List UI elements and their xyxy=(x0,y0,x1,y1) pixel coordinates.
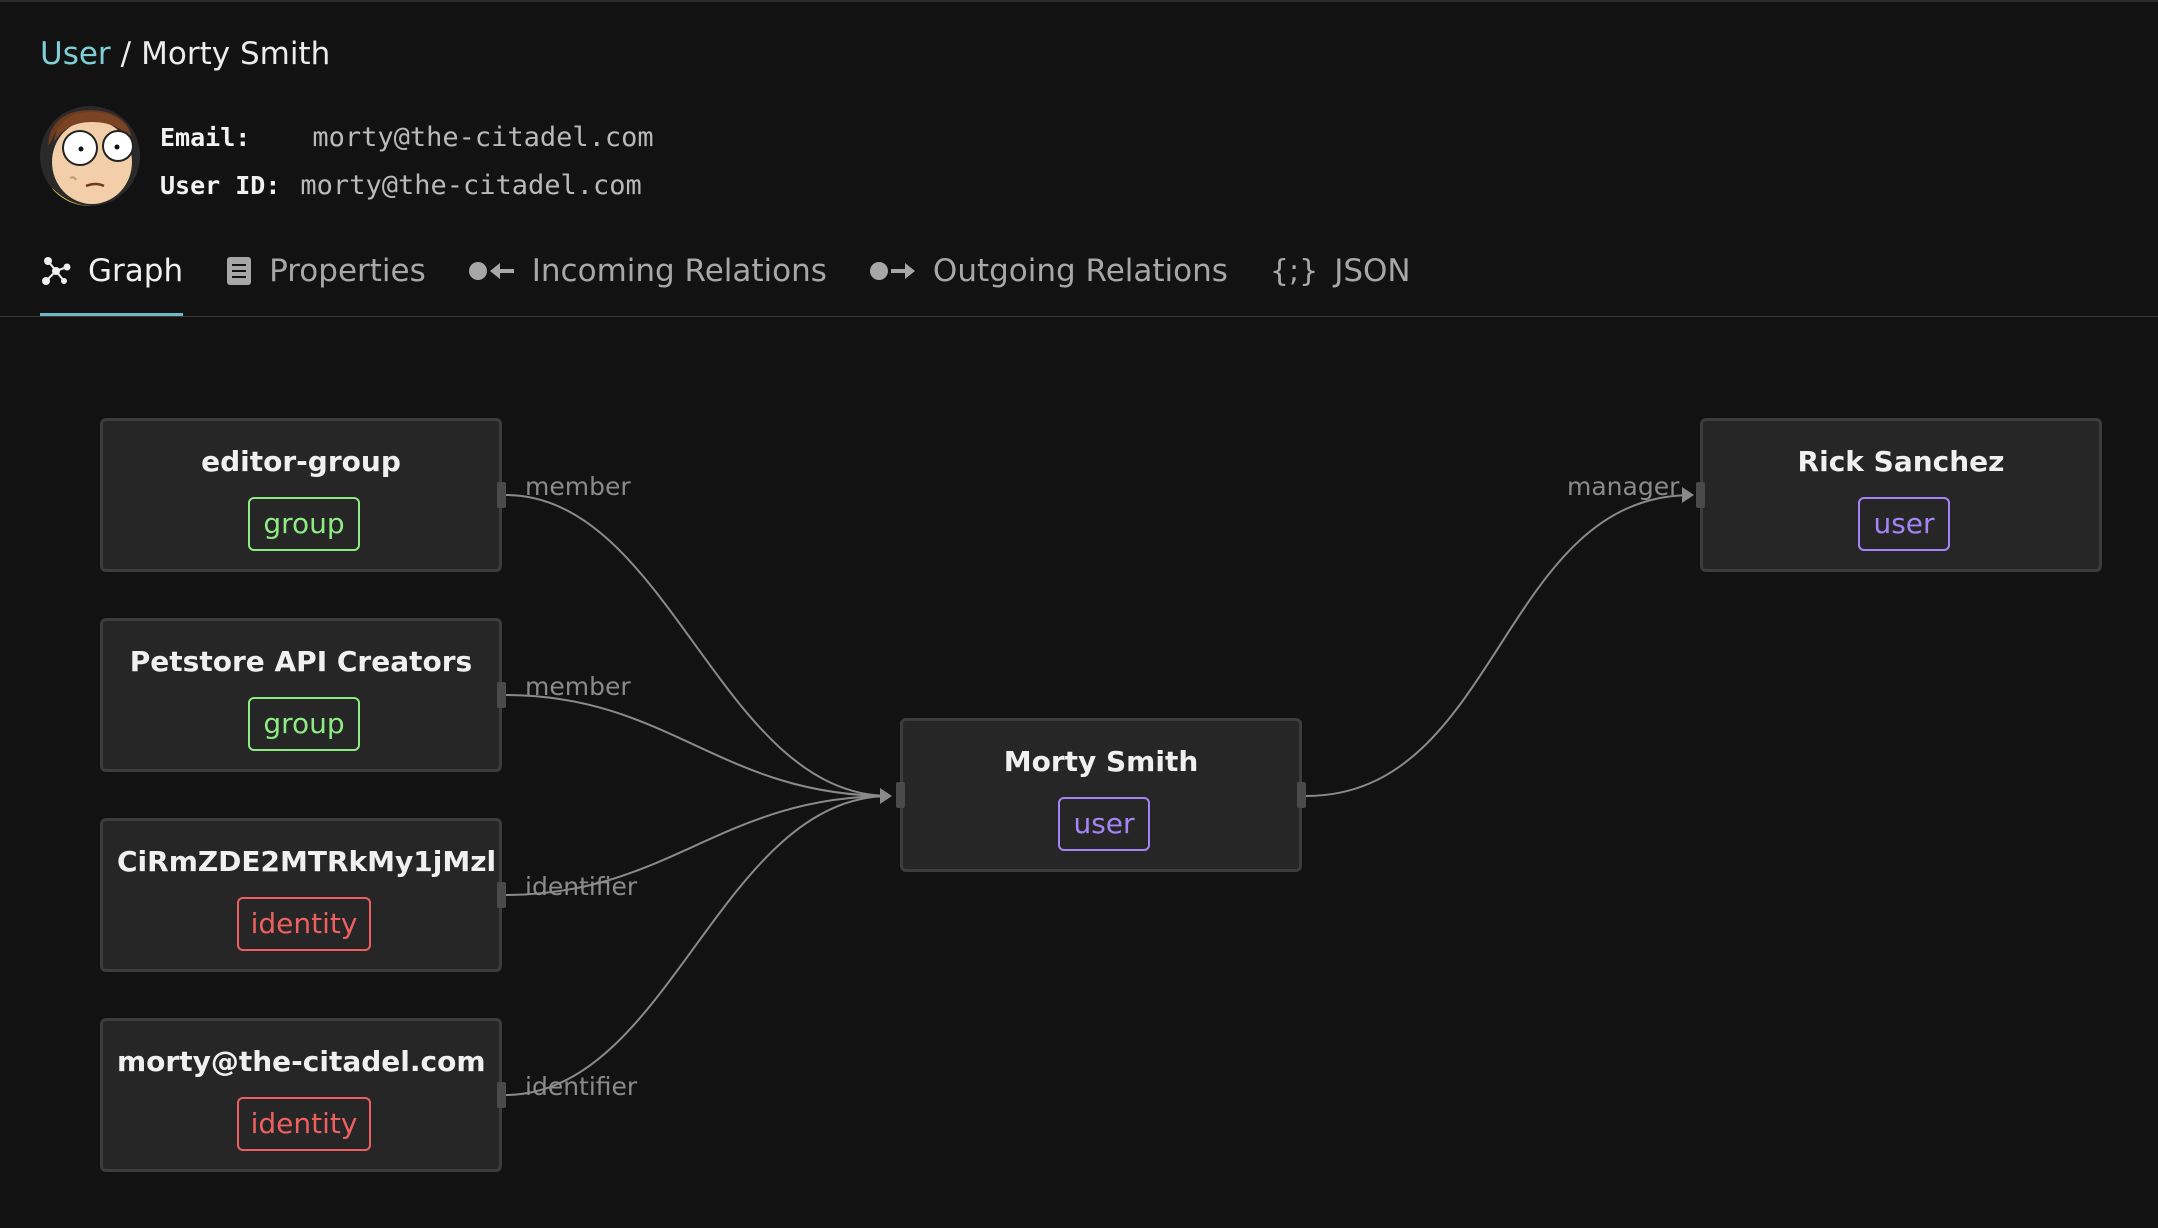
tabs-divider xyxy=(0,316,2158,317)
userid-label: User ID: xyxy=(160,170,281,200)
email-value: morty@the-citadel.com xyxy=(312,121,654,153)
edge-editor-group-morty xyxy=(504,494,891,797)
node-title: editor-group xyxy=(201,445,401,478)
edge-petstore-morty xyxy=(504,694,891,797)
relation-graph: member member identifier identifier mana… xyxy=(0,320,2158,1228)
node-title: Morty Smith xyxy=(1003,745,1199,778)
graph-node-editor-group[interactable]: editor-group group xyxy=(100,418,506,572)
tab-bar: Graph Properties Incoming Relations Outg… xyxy=(40,247,1453,317)
node-handle[interactable] xyxy=(497,482,506,508)
edge-morty-rick xyxy=(1305,494,1693,797)
tab-properties-label: Properties xyxy=(269,253,426,289)
node-type-badge: group xyxy=(248,697,360,751)
arrowhead-morty xyxy=(880,788,892,804)
node-title: Rick Sanchez xyxy=(1797,445,2005,478)
arrowhead-rick xyxy=(1682,487,1694,503)
edge-label-member-1: member xyxy=(525,472,631,501)
tab-incoming-relations[interactable]: Incoming Relations xyxy=(468,247,827,295)
node-handle[interactable] xyxy=(497,1082,506,1108)
tab-json[interactable]: {;} JSON xyxy=(1270,247,1411,295)
node-title: Petstore API Creators xyxy=(129,645,473,678)
avatar xyxy=(40,106,140,206)
top-border xyxy=(0,0,2158,2)
edge-label-manager: manager xyxy=(1567,472,1680,501)
tab-json-label: JSON xyxy=(1334,253,1411,289)
document-icon xyxy=(225,255,253,287)
node-type-badge: identity xyxy=(237,897,371,951)
braces-icon: {;} xyxy=(1269,253,1319,289)
edge-label-identifier-1: identifier xyxy=(525,872,638,901)
breadcrumb: User / Morty Smith xyxy=(40,36,330,72)
node-handle[interactable] xyxy=(497,882,506,908)
tab-outgoing-label: Outgoing Relations xyxy=(932,253,1228,289)
breadcrumb-user-link[interactable]: User xyxy=(40,36,111,72)
node-type-badge: user xyxy=(1858,497,1950,551)
graph-node-morty-smith[interactable]: Morty Smith user xyxy=(896,718,1306,872)
graph-node-identity-morty-email[interactable]: morty@the-citadel.com identity xyxy=(100,1018,506,1172)
userid-row: User ID: morty@the-citadel.com xyxy=(160,161,654,209)
node-type-badge: user xyxy=(1058,797,1150,851)
graph-node-rick-sanchez[interactable]: Rick Sanchez user xyxy=(1696,418,2102,572)
tab-graph[interactable]: Graph xyxy=(40,247,184,316)
outgoing-arrow-icon xyxy=(869,259,917,283)
node-title: morty@the-citadel.com xyxy=(117,1045,486,1078)
profile-info: Email: morty@the-citadel.com User ID: mo… xyxy=(160,113,654,209)
email-row: Email: morty@the-citadel.com xyxy=(160,113,654,161)
tab-graph-label: Graph xyxy=(88,253,184,289)
userid-value: morty@the-citadel.com xyxy=(300,169,642,201)
tab-properties[interactable]: Properties xyxy=(225,247,426,295)
node-handle[interactable] xyxy=(1696,482,1705,508)
edge-label-identifier-2: identifier xyxy=(525,1072,638,1101)
node-type-badge: identity xyxy=(237,1097,371,1151)
breadcrumb-separator: / xyxy=(120,36,132,72)
node-type-badge: group xyxy=(248,497,360,551)
incoming-arrow-icon xyxy=(468,259,516,283)
email-label: Email: xyxy=(160,122,251,152)
page-title: Morty Smith xyxy=(141,36,331,72)
edge-label-member-2: member xyxy=(525,672,631,701)
node-handle[interactable] xyxy=(1297,782,1306,808)
node-handle[interactable] xyxy=(497,682,506,708)
tab-outgoing-relations[interactable]: Outgoing Relations xyxy=(869,247,1228,295)
node-handle[interactable] xyxy=(896,782,905,808)
tab-incoming-label: Incoming Relations xyxy=(531,253,827,289)
graph-icon xyxy=(40,255,72,287)
edge-identity2-morty xyxy=(504,795,891,1096)
graph-node-petstore-api-creators[interactable]: Petstore API Creators group xyxy=(100,618,506,772)
graph-node-identity-ciRm[interactable]: CiRmZDE2MTRkMy1jMzl... identity xyxy=(100,818,506,972)
node-title: CiRmZDE2MTRkMy1jMzl... xyxy=(117,845,499,878)
